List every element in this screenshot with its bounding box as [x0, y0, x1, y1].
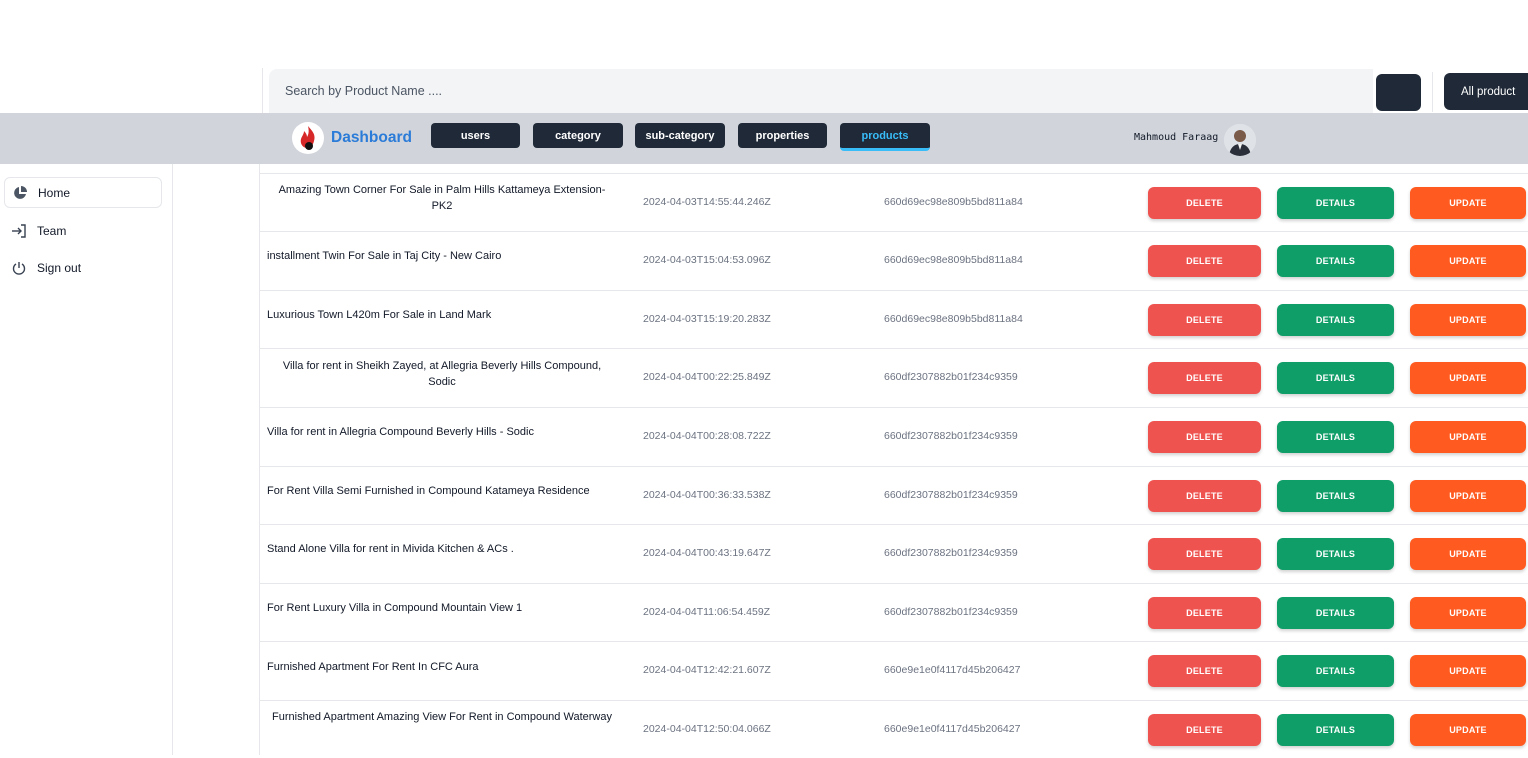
table-row: installment Twin For Sale in Taj City - … — [260, 231, 1528, 289]
product-owner-id: 660e9e1e0f4117d45b206427 — [884, 664, 1021, 676]
table-row: For Rent Villa Semi Furnished in Compoun… — [260, 466, 1528, 524]
logo-icon — [292, 122, 324, 154]
pie-chart-icon — [12, 185, 28, 201]
product-created-at: 2024-04-03T15:04:53.096Z — [643, 254, 771, 266]
product-created-at: 2024-04-04T00:36:33.538Z — [643, 489, 771, 501]
product-name: Furnished Apartment For Rent In CFC Aura — [267, 661, 479, 673]
delete-button[interactable]: DELETE — [1148, 655, 1261, 687]
product-name: Villa for rent in Allegria Compound Beve… — [267, 426, 534, 438]
delete-button[interactable]: DELETE — [1148, 538, 1261, 570]
power-icon — [11, 260, 27, 276]
product-owner-id: 660df2307882b01f234c9359 — [884, 547, 1018, 559]
delete-button[interactable]: DELETE — [1148, 304, 1261, 336]
update-button[interactable]: UPDATE — [1410, 421, 1526, 453]
product-owner-id: 660d69ec98e809b5bd811a84 — [884, 196, 1023, 208]
tab-properties[interactable]: properties — [738, 123, 827, 148]
update-button[interactable]: UPDATE — [1410, 655, 1526, 687]
tab-category[interactable]: category — [533, 123, 623, 148]
product-name: For Rent Luxury Villa in Compound Mounta… — [267, 602, 523, 614]
product-created-at: 2024-04-03T14:55:44.246Z — [643, 196, 771, 208]
details-button[interactable]: DETAILS — [1277, 421, 1394, 453]
table-row: Luxurious Town L420m For Sale in Land Ma… — [260, 290, 1528, 348]
details-button[interactable]: DETAILS — [1277, 245, 1394, 277]
details-button[interactable]: DETAILS — [1277, 597, 1394, 629]
update-button[interactable]: UPDATE — [1410, 480, 1526, 512]
product-owner-id: 660e9e1e0f4117d45b206427 — [884, 723, 1021, 735]
product-owner-id: 660d69ec98e809b5bd811a84 — [884, 254, 1023, 266]
update-button[interactable]: UPDATE — [1410, 362, 1526, 394]
product-owner-id: 660df2307882b01f234c9359 — [884, 606, 1018, 618]
delete-button[interactable]: DELETE — [1148, 187, 1261, 219]
product-created-at: 2024-04-04T00:43:19.647Z — [643, 547, 771, 559]
brand-title[interactable]: Dashboard — [331, 129, 412, 147]
details-button[interactable]: DETAILS — [1277, 714, 1394, 746]
update-button[interactable]: UPDATE — [1410, 538, 1526, 570]
sidebar-item-label: Sign out — [37, 260, 82, 275]
details-button[interactable]: DETAILS — [1277, 655, 1394, 687]
product-owner-id: 660df2307882b01f234c9359 — [884, 371, 1018, 383]
table-row: For Rent Luxury Villa in Compound Mounta… — [260, 583, 1528, 641]
sidebar-item-team[interactable]: Team — [4, 215, 162, 246]
divider — [1432, 72, 1433, 112]
details-button[interactable]: DETAILS — [1277, 538, 1394, 570]
sign-in-icon — [11, 223, 27, 239]
search-button[interactable] — [1376, 74, 1421, 111]
product-name: Luxurious Town L420m For Sale in Land Ma… — [267, 309, 492, 321]
sidebar-item-sign-out[interactable]: Sign out — [4, 252, 162, 283]
update-button[interactable]: UPDATE — [1410, 597, 1526, 629]
product-created-at: 2024-04-04T12:50:04.066Z — [643, 723, 771, 735]
all-product-button[interactable]: All product — [1444, 73, 1528, 110]
table-row: Amazing Town Corner For Sale in Palm Hil… — [260, 173, 1528, 231]
table-row: Furnished Apartment Amazing View For Ren… — [260, 700, 1528, 758]
update-button[interactable]: UPDATE — [1410, 245, 1526, 277]
update-button[interactable]: UPDATE — [1410, 304, 1526, 336]
delete-button[interactable]: DELETE — [1148, 421, 1261, 453]
product-owner-id: 660d69ec98e809b5bd811a84 — [884, 313, 1023, 325]
sidebar-item-label: Team — [37, 223, 67, 238]
sidebar-item-home[interactable]: Home — [4, 177, 162, 208]
delete-button[interactable]: DELETE — [1148, 362, 1261, 394]
details-button[interactable]: DETAILS — [1277, 480, 1394, 512]
update-button[interactable]: UPDATE — [1410, 714, 1526, 746]
avatar[interactable] — [1224, 124, 1256, 156]
product-name: Villa for rent in Sheikh Zayed, at Alleg… — [282, 360, 602, 388]
product-created-at: 2024-04-04T12:42:21.607Z — [643, 664, 771, 676]
delete-button[interactable]: DELETE — [1148, 480, 1261, 512]
product-name: Amazing Town Corner For Sale in Palm Hil… — [278, 184, 606, 212]
product-name: Furnished Apartment Amazing View For Ren… — [272, 711, 612, 723]
delete-button[interactable]: DELETE — [1148, 245, 1261, 277]
sidebar-item-label: Home — [38, 185, 71, 200]
sidebar: Home Team Sign out — [0, 164, 173, 755]
product-created-at: 2024-04-04T00:22:25.849Z — [643, 371, 771, 383]
product-name: For Rent Villa Semi Furnished in Compoun… — [267, 485, 590, 497]
details-button[interactable]: DETAILS — [1277, 304, 1394, 336]
details-button[interactable]: DETAILS — [1277, 362, 1394, 394]
search-input[interactable] — [269, 69, 1373, 113]
table-row: Stand Alone Villa for rent in Mivida Kit… — [260, 524, 1528, 582]
delete-button[interactable]: DELETE — [1148, 714, 1261, 746]
product-owner-id: 660df2307882b01f234c9359 — [884, 489, 1018, 501]
table-row: Villa for rent in Sheikh Zayed, at Alleg… — [260, 348, 1528, 406]
update-button[interactable]: UPDATE — [1410, 187, 1526, 219]
details-button[interactable]: DETAILS — [1277, 187, 1394, 219]
table-row: Furnished Apartment For Rent In CFC Aura… — [260, 641, 1528, 699]
tab-users[interactable]: users — [431, 123, 520, 148]
delete-button[interactable]: DELETE — [1148, 597, 1261, 629]
tab-sub-category[interactable]: sub-category — [635, 123, 725, 148]
table-row: Villa for rent in Allegria Compound Beve… — [260, 407, 1528, 465]
product-owner-id: 660df2307882b01f234c9359 — [884, 430, 1018, 442]
user-name: Mahmoud Faraag — [1134, 132, 1219, 143]
product-created-at: 2024-04-03T15:19:20.283Z — [643, 313, 771, 325]
product-created-at: 2024-04-04T00:28:08.722Z — [643, 430, 771, 442]
tab-products[interactable]: products — [840, 123, 930, 151]
product-created-at: 2024-04-04T11:06:54.459Z — [643, 606, 771, 618]
product-name: Stand Alone Villa for rent in Mivida Kit… — [267, 543, 514, 555]
product-name: installment Twin For Sale in Taj City - … — [267, 250, 502, 262]
